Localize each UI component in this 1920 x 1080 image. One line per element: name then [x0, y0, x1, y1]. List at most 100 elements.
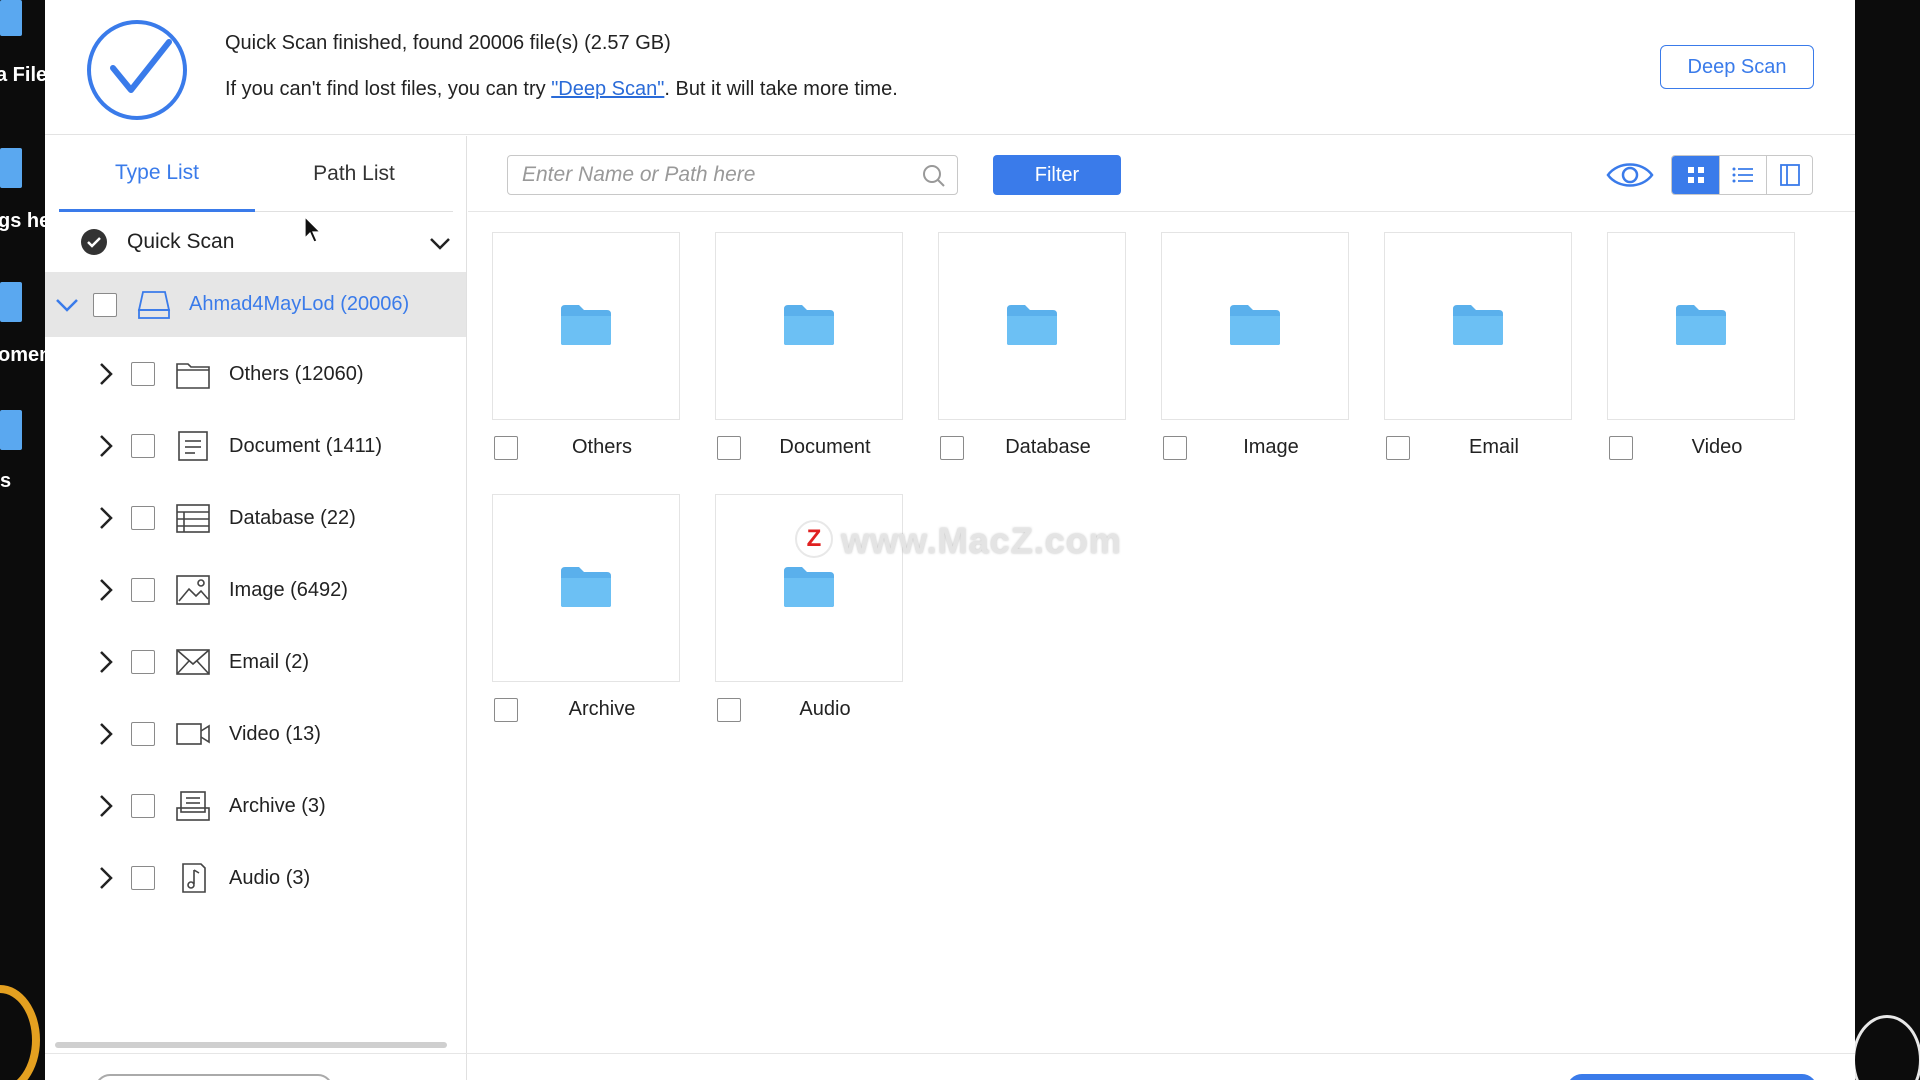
chevron-down-icon[interactable]	[55, 293, 79, 317]
chevron-right-icon[interactable]	[95, 362, 117, 386]
tile-thumbnail[interactable]	[1384, 232, 1572, 420]
tile-thumbnail[interactable]	[492, 232, 680, 420]
folder-icon	[784, 305, 834, 345]
category-tile-video[interactable]: Video	[1607, 232, 1797, 492]
chevron-right-icon[interactable]	[95, 794, 117, 818]
scan-result-header: Quick Scan finished, found 20006 file(s)…	[45, 0, 1855, 135]
watermark-text: www.MacZ.com	[841, 520, 1122, 561]
tile-checkbox[interactable]	[1386, 436, 1410, 460]
chevron-right-icon[interactable]	[95, 650, 117, 674]
tree-item-label: Audio (3)	[229, 867, 311, 889]
tree-item-video[interactable]: Video (13)	[45, 698, 466, 770]
chevron-right-icon[interactable]	[95, 866, 117, 890]
tree-item-checkbox[interactable]	[131, 434, 155, 458]
desktop-file-icon[interactable]	[0, 282, 22, 322]
category-tile-others[interactable]: Others	[492, 232, 682, 492]
tile-thumbnail[interactable]	[492, 494, 680, 682]
tree-item-database[interactable]: Database (22)	[45, 482, 466, 554]
grid-view-button[interactable]	[1672, 156, 1719, 194]
tree-item-label: Email (2)	[229, 651, 310, 673]
tile-checkbox[interactable]	[717, 698, 741, 722]
view-mode-switcher	[1671, 155, 1813, 195]
tile-thumbnail[interactable]	[715, 232, 903, 420]
database-icon	[176, 504, 210, 533]
column-view-button[interactable]	[1766, 156, 1812, 194]
main-toolbar: Filter	[468, 136, 1855, 212]
tile-checkbox[interactable]	[1163, 436, 1187, 460]
tree-item-checkbox[interactable]	[131, 650, 155, 674]
footer-back-button[interactable]	[95, 1074, 333, 1080]
tree-item-checkbox[interactable]	[131, 362, 155, 386]
tile-checkbox[interactable]	[1609, 436, 1633, 460]
tile-label: Audio	[799, 698, 851, 720]
tile-thumbnail[interactable]	[938, 232, 1126, 420]
tile-label: Archive	[568, 698, 636, 720]
tile-label: Database	[1005, 436, 1091, 458]
category-tile-image[interactable]: Image	[1161, 232, 1351, 492]
category-tile-email[interactable]: Email	[1384, 232, 1574, 492]
folder-icon	[1007, 305, 1057, 345]
tile-checkbox[interactable]	[940, 436, 964, 460]
category-tile-document[interactable]: Document	[715, 232, 905, 492]
footer-recover-button[interactable]	[1567, 1074, 1817, 1080]
sidebar-tabs: Type List Path List	[59, 136, 453, 212]
list-view-button[interactable]	[1719, 156, 1766, 194]
tree-item-checkbox[interactable]	[131, 866, 155, 890]
sidebar-scrollbar[interactable]	[55, 1042, 447, 1048]
deep-scan-button[interactable]: Deep Scan	[1660, 45, 1814, 89]
tree-item-checkbox[interactable]	[131, 722, 155, 746]
chevron-right-icon[interactable]	[95, 722, 117, 746]
search-input[interactable]	[522, 156, 912, 194]
video-icon	[176, 723, 210, 745]
category-tile-archive[interactable]: Archive	[492, 494, 682, 754]
tab-path-list[interactable]: Path List	[255, 136, 453, 212]
chevron-right-icon[interactable]	[95, 506, 117, 530]
tab-type-list[interactable]: Type List	[59, 136, 255, 212]
tile-thumbnail[interactable]	[1161, 232, 1349, 420]
desktop-label: s	[0, 470, 12, 492]
desktop-left-edge: a File gs he omen s	[0, 0, 45, 1080]
tree-item-document[interactable]: Document (1411)	[45, 410, 466, 482]
chevron-right-icon[interactable]	[95, 578, 117, 602]
tree-item-audio[interactable]: Audio (3)	[45, 842, 466, 914]
tree-item-checkbox[interactable]	[131, 506, 155, 530]
audio-icon	[182, 863, 206, 893]
search-box	[507, 155, 958, 195]
preview-eye-icon[interactable]	[1606, 158, 1654, 192]
tree-item-archive[interactable]: Archive (3)	[45, 770, 466, 842]
scan-mode-selector[interactable]: Quick Scan	[45, 212, 466, 272]
category-tile-database[interactable]: Database	[938, 232, 1128, 492]
filter-button[interactable]: Filter	[993, 155, 1121, 195]
watermark: Z www.MacZ.com	[795, 520, 1145, 561]
deep-scan-link[interactable]: "Deep Scan"	[551, 78, 664, 100]
tile-checkbox[interactable]	[494, 698, 518, 722]
tree-item-checkbox[interactable]	[131, 794, 155, 818]
scan-mode-label: Quick Scan	[127, 230, 235, 253]
chevron-right-icon[interactable]	[95, 434, 117, 458]
tile-checkbox[interactable]	[494, 436, 518, 460]
tree-item-others[interactable]: Others (12060)	[45, 338, 466, 410]
folder-icon	[1676, 305, 1726, 345]
tile-thumbnail[interactable]	[1607, 232, 1795, 420]
tree-item-label: Archive (3)	[229, 795, 326, 817]
search-icon[interactable]	[922, 164, 946, 188]
column-view-icon	[1780, 164, 1800, 186]
tile-label: Email	[1468, 436, 1519, 458]
archive-icon	[176, 791, 210, 821]
list-view-icon	[1732, 167, 1753, 183]
drive-row[interactable]: Ahmad4MayLod (20006)	[45, 272, 466, 337]
folder-icon	[1453, 305, 1503, 345]
tree-item-checkbox[interactable]	[131, 578, 155, 602]
tree-item-image[interactable]: Image (6492)	[45, 554, 466, 626]
tile-checkbox[interactable]	[717, 436, 741, 460]
desktop-file-icon[interactable]	[0, 410, 22, 450]
drive-checkbox[interactable]	[93, 293, 117, 317]
tree-item-email[interactable]: Email (2)	[45, 626, 466, 698]
tile-label: Others	[571, 436, 633, 458]
footer-divider	[45, 1053, 1855, 1054]
tree-item-label: Image (6492)	[229, 579, 348, 601]
main-panel: Filter Others	[468, 136, 1855, 1080]
chevron-down-icon[interactable]	[429, 232, 451, 254]
desktop-file-icon[interactable]	[0, 148, 22, 188]
desktop-file-icon[interactable]	[0, 0, 22, 36]
